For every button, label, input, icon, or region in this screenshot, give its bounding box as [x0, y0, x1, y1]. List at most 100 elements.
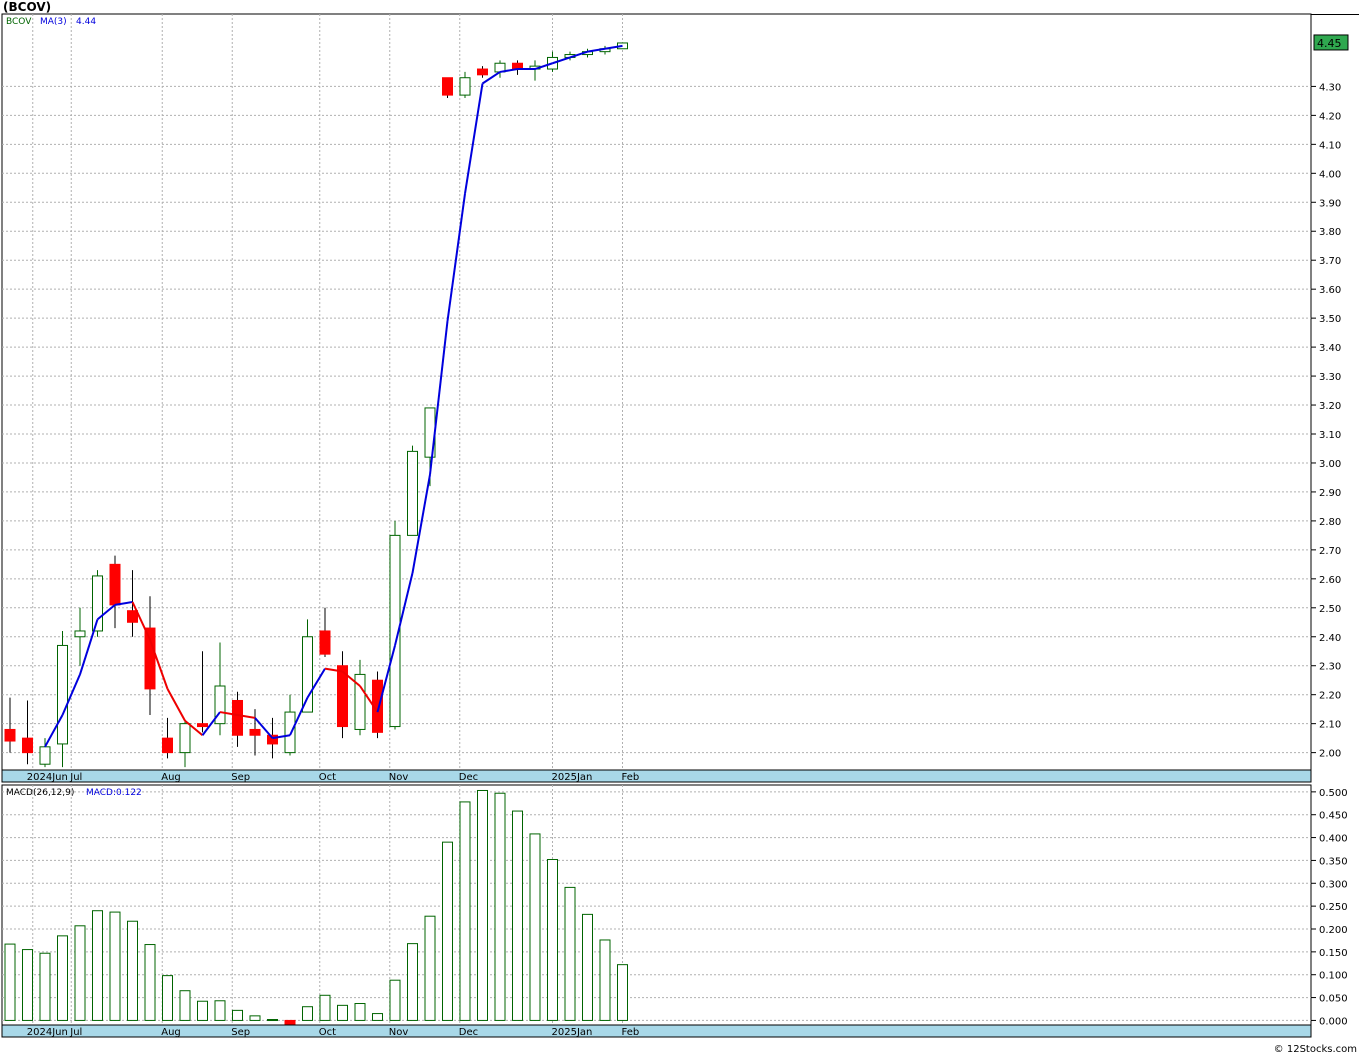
price-x-tick-label: Nov — [389, 772, 409, 783]
macd-y-tick-label: 0.100 — [1319, 971, 1348, 982]
price-y-tick-label: 3.50 — [1319, 314, 1341, 325]
candle-body — [127, 610, 138, 623]
macd-x-tick-label: Jul — [69, 1027, 82, 1038]
price-y-tick-label: 2.60 — [1319, 575, 1341, 586]
right-axis-top-border — [1311, 14, 1359, 15]
macd-x-tick-label: Oct — [319, 1027, 336, 1038]
macd-bar — [372, 1013, 383, 1021]
macd-y-tick-label: 0.000 — [1319, 1016, 1348, 1027]
macd-x-tick-label: Dec — [459, 1027, 478, 1038]
macd-x-tick-label: Aug — [161, 1027, 181, 1038]
candle-body — [57, 644, 68, 745]
macd-bar — [249, 1015, 261, 1021]
price-x-tick-label: Oct — [319, 772, 336, 783]
price-y-tick-label: 2.80 — [1319, 517, 1341, 528]
candle-body — [459, 77, 471, 96]
candle-body — [109, 563, 121, 606]
macd-bar — [424, 915, 436, 1021]
macd-bar — [529, 833, 541, 1021]
price-y-tick-label: 2.30 — [1319, 662, 1341, 673]
macd-bar — [547, 859, 558, 1021]
macd-legend-label: MACD(26,12,9) — [6, 788, 74, 798]
price-y-tick-label: 2.70 — [1319, 546, 1341, 557]
macd-panel-frame — [1, 784, 1312, 1026]
price-x-tick-label: Dec — [459, 772, 478, 783]
macd-bar — [319, 994, 331, 1021]
price-y-tick-label: 3.40 — [1319, 343, 1341, 354]
macd-x-tick-label: 2024Jun — [27, 1027, 68, 1038]
price-x-axis-band — [1, 769, 1312, 783]
candle-body — [319, 630, 331, 655]
price-y-tick-label: 2.00 — [1319, 749, 1341, 760]
price-y-tick-label: 4.20 — [1319, 111, 1341, 122]
macd-bar — [127, 920, 138, 1021]
price-y-tick-label: 2.90 — [1319, 488, 1341, 499]
price-y-axis: 2.00 2.10 2.20 2.30 2.40 2.50 2.60 2.70 2.80 2.90… — [1311, 82, 1341, 760]
candle-body — [407, 450, 418, 536]
candle-body — [197, 723, 208, 728]
price-y-tick-label: 2.20 — [1319, 691, 1341, 702]
macd-bar — [162, 975, 173, 1021]
candle-body — [22, 737, 33, 754]
macd-bar — [214, 1000, 226, 1021]
price-y-tick-label: 3.30 — [1319, 372, 1341, 383]
macd-y-tick-label: 0.400 — [1319, 834, 1348, 845]
price-x-tick-label: 2025Jan — [552, 772, 593, 783]
macd-bar — [407, 943, 418, 1021]
macd-y-tick-label: 0.050 — [1319, 994, 1348, 1005]
ma-legend-value: 4.44 — [76, 17, 96, 27]
candle-body — [92, 575, 103, 632]
ma-legend-label: MA(3) — [40, 17, 67, 27]
macd-bar — [459, 801, 471, 1021]
price-y-tick-label: 3.20 — [1319, 401, 1341, 412]
macd-x-tick-label: Sep — [231, 1027, 250, 1038]
price-y-tick-label: 3.80 — [1319, 227, 1341, 238]
macd-y-tick-label: 0.500 — [1319, 788, 1348, 799]
macd-bar — [302, 1006, 313, 1021]
macd-x-axis-band — [1, 1024, 1312, 1038]
macd-bar — [599, 939, 611, 1021]
macd-x-tick-label: Nov — [389, 1027, 409, 1038]
candle-body — [162, 737, 173, 754]
price-y-tick-label: 4.30 — [1319, 82, 1341, 93]
price-y-tick-label: 4.00 — [1319, 169, 1341, 180]
macd-bar — [494, 792, 506, 1021]
price-x-tick-label: Feb — [622, 772, 640, 783]
candle-body — [179, 723, 191, 754]
macd-bar — [564, 886, 576, 1021]
price-x-tick-label: 2024Jun — [27, 772, 68, 783]
macd-x-tick-label: 2025Jan — [552, 1027, 593, 1038]
macd-y-tick-label: 0.450 — [1319, 811, 1348, 822]
candle-body — [477, 68, 488, 76]
macd-y-tick-label: 0.300 — [1319, 879, 1348, 890]
macd-bar — [389, 979, 401, 1021]
price-panel-frame — [1, 13, 1312, 771]
price-y-tick-label: 4.10 — [1319, 140, 1341, 151]
macd-bar — [477, 789, 488, 1021]
macd-bar — [57, 935, 68, 1021]
candle-body — [144, 627, 156, 690]
macd-bar — [22, 949, 33, 1021]
copyright-label: © 12Stocks.com — [1273, 1044, 1357, 1055]
price-y-tick-label: 3.90 — [1319, 198, 1341, 209]
price-y-tick-label: 3.00 — [1319, 459, 1341, 470]
macd-bar — [337, 1004, 348, 1021]
macd-bar — [582, 913, 593, 1021]
macd-bar — [92, 910, 103, 1021]
last-price-label: 4.45 — [1317, 37, 1342, 50]
macd-bar — [354, 1003, 366, 1021]
price-x-tick-label: Sep — [231, 772, 250, 783]
macd-bar — [267, 1019, 278, 1022]
price-y-tick-label: 2.50 — [1319, 604, 1341, 615]
macd-bar — [284, 1019, 296, 1025]
macd-y-tick-label: 0.200 — [1319, 925, 1348, 936]
macd-bar — [179, 990, 191, 1021]
price-x-tick-label: Jul — [69, 772, 82, 783]
macd-bar — [74, 925, 86, 1021]
macd-y-tick-label: 0.250 — [1319, 902, 1348, 913]
macd-bar — [512, 810, 523, 1021]
macd-bar — [39, 952, 51, 1021]
candle-body — [39, 746, 51, 765]
candle-body — [232, 699, 243, 736]
price-y-tick-label: 2.10 — [1319, 720, 1341, 731]
